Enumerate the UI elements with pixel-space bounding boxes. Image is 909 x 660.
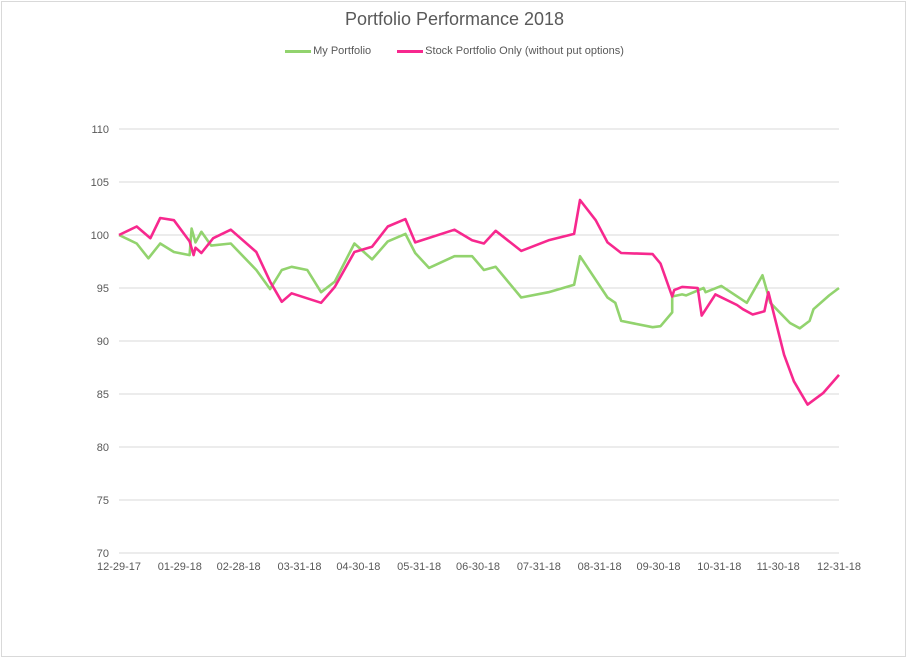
x-tick-label: 08-31-18 xyxy=(578,561,622,573)
y-tick-label: 100 xyxy=(91,230,109,242)
x-tick-label: 12-29-17 xyxy=(97,561,141,573)
y-tick-label: 90 xyxy=(97,336,109,348)
y-tick-label: 80 xyxy=(97,442,109,454)
x-tick-label: 10-31-18 xyxy=(697,561,741,573)
x-tick-label: 11-30-18 xyxy=(757,561,800,573)
y-tick-label: 95 xyxy=(97,283,109,295)
x-tick-label: 06-30-18 xyxy=(456,561,500,573)
x-tick-label: 03-31-18 xyxy=(277,561,321,573)
x-tick-label: 09-30-18 xyxy=(636,561,680,573)
x-tick-label: 01-29-18 xyxy=(158,561,202,573)
series-line-my-portfolio xyxy=(118,227,840,330)
y-tick-label: 110 xyxy=(91,124,109,136)
y-tick-label: 70 xyxy=(97,548,109,560)
y-tick-label: 105 xyxy=(91,177,109,189)
x-tick-label: 07-31-18 xyxy=(517,561,561,573)
series-line-stock-portfolio xyxy=(118,198,840,406)
x-tick-label: 05-31-18 xyxy=(397,561,441,573)
x-tick-label: 12-31-18 xyxy=(817,561,861,573)
x-tick-label: 02-28-18 xyxy=(217,561,261,573)
y-tick-label: 75 xyxy=(97,495,109,507)
plot-area: 70 75 80 85 90 95 100 105 110 12-29-17 01-29-18 02-… xyxy=(91,124,861,573)
x-tick-label: 04-30-18 xyxy=(336,561,380,573)
y-tick-label: 85 xyxy=(97,389,109,401)
